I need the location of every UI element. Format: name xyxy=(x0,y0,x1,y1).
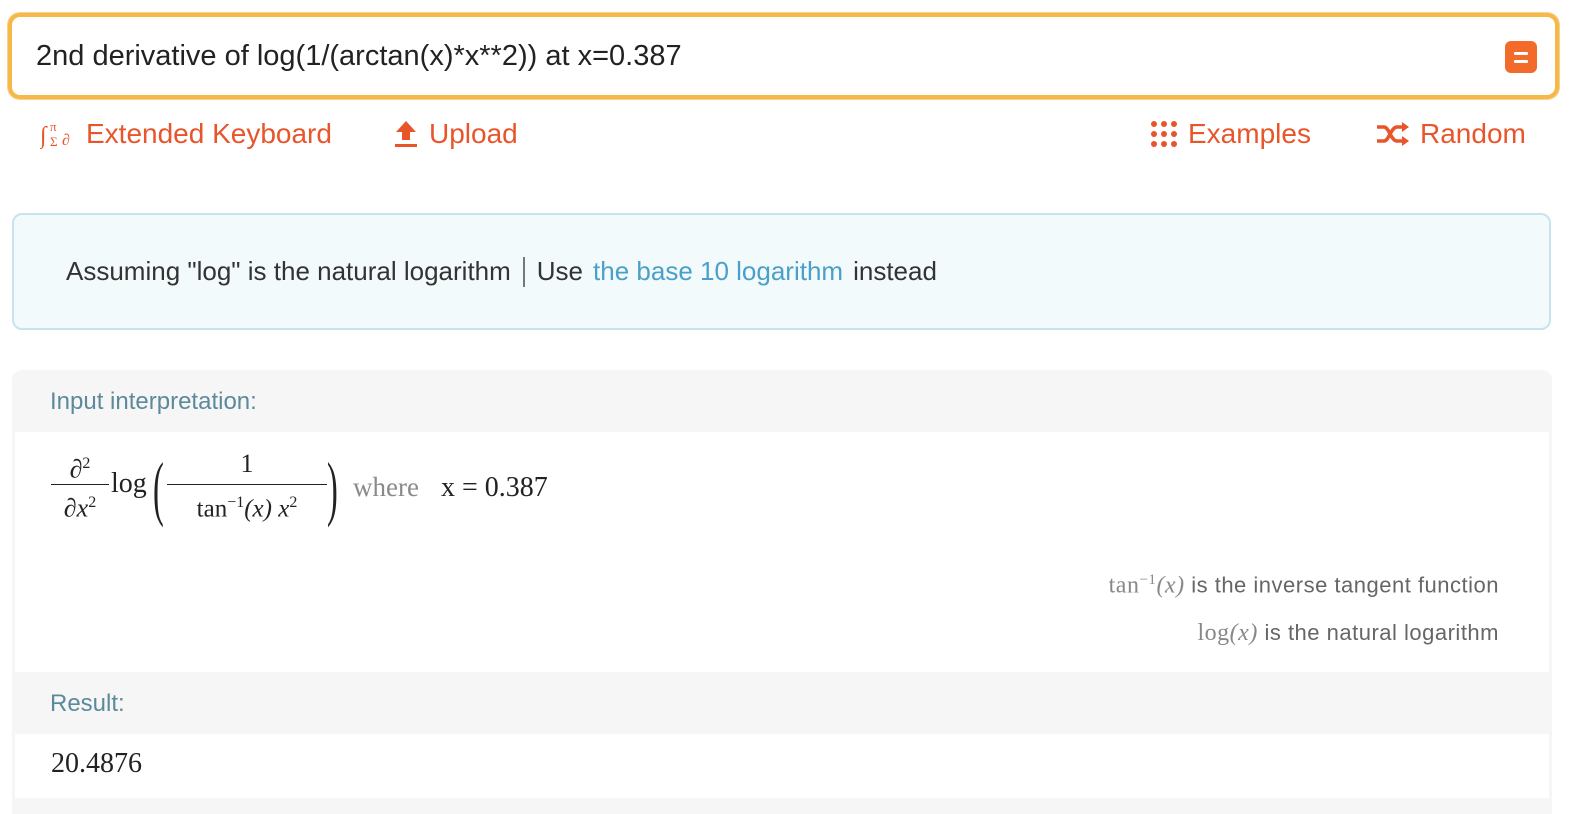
note-natural-log: log(x) is the natural logarithm xyxy=(1197,620,1499,646)
result-value: 20.4876 xyxy=(51,748,142,779)
upload-button[interactable]: Upload xyxy=(393,114,518,154)
extended-keyboard-label: Extended Keyboard xyxy=(86,118,332,149)
random-label: Random xyxy=(1420,118,1526,149)
assumption-suffix: instead xyxy=(853,256,937,286)
examples-label: Examples xyxy=(1188,118,1311,149)
separator xyxy=(522,256,525,287)
shuffle-icon xyxy=(1376,122,1410,146)
base10-log-link[interactable]: the base 10 logarithm xyxy=(593,256,843,287)
assumption-text: Assuming "log" is the natural logarithm xyxy=(66,256,511,286)
random-button[interactable]: Random xyxy=(1376,114,1526,154)
search-input[interactable] xyxy=(36,17,1456,95)
result-title: Result: xyxy=(50,690,125,717)
search-bar xyxy=(8,13,1559,99)
svg-text:∫: ∫ xyxy=(40,123,48,149)
input-interpretation-title: Input interpretation: xyxy=(50,388,257,415)
results-pod: Input interpretation: ∂2 ∂x2 log ( 1 tan… xyxy=(12,370,1552,814)
svg-text:∂: ∂ xyxy=(62,132,70,149)
svg-text:π: π xyxy=(50,119,57,134)
examples-button[interactable]: Examples xyxy=(1150,114,1311,154)
compute-button[interactable] xyxy=(1505,41,1537,73)
grid-dots-icon xyxy=(1150,120,1178,148)
note-inverse-tangent: tan−1(x) is the inverse tangent function xyxy=(1108,572,1499,599)
extended-keyboard-button[interactable]: ∫ π Σ ∂ Extended Keyboard xyxy=(40,114,332,154)
input-interpretation-body: ∂2 ∂x2 log ( 1 tan−1(x) x2 ) where x = 0… xyxy=(15,432,1549,672)
upload-icon xyxy=(393,119,419,149)
log-function: log xyxy=(111,468,147,499)
input-formula: ∂2 ∂x2 log ( 1 tan−1(x) x2 ) where x = 0… xyxy=(51,444,651,544)
svg-text:Σ: Σ xyxy=(50,134,58,149)
assumption-use: Use xyxy=(536,256,584,286)
upload-label: Upload xyxy=(429,118,518,149)
equals-icon xyxy=(1514,51,1528,55)
condition: x = 0.387 xyxy=(441,472,548,503)
result-body: 20.4876 xyxy=(15,734,1549,798)
where-label: where xyxy=(353,472,419,502)
assumption-box: Assuming "log" is the natural logarithm … xyxy=(12,213,1551,330)
math-keyboard-icon: ∫ π Σ ∂ xyxy=(40,119,76,149)
